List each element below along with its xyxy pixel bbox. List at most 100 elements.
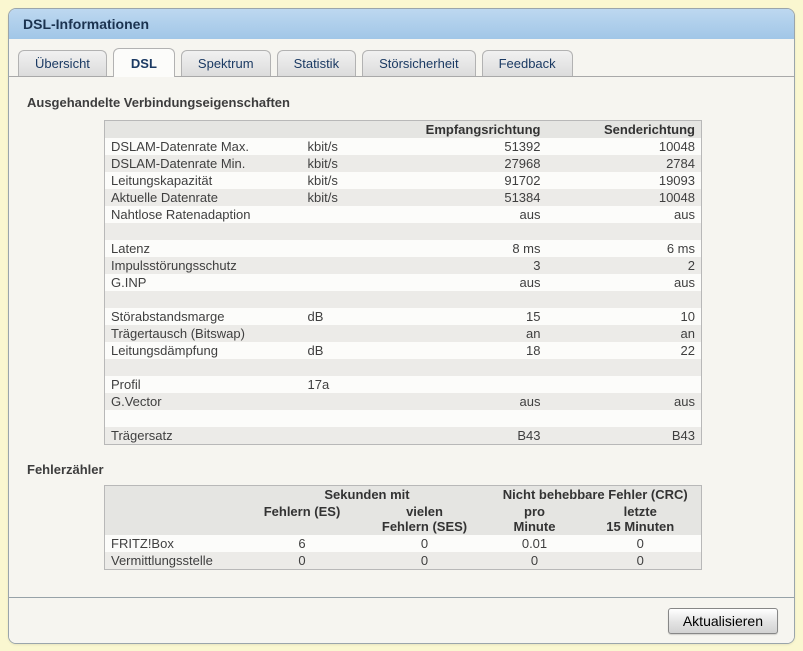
table-cell <box>302 291 397 308</box>
table-row: FRITZ!Box 6 0 0.01 0 <box>104 535 702 552</box>
tab-label: Statistik <box>293 56 340 71</box>
tab-spektrum[interactable]: Spektrum <box>180 50 271 76</box>
header-cell-empty <box>105 486 245 504</box>
window-titlebar: DSL-Informationen <box>9 9 794 40</box>
table-cell: aus <box>519 207 541 222</box>
table-row <box>104 359 702 376</box>
header-cell-per-minute: pro Minute <box>513 504 556 534</box>
tab-bar: Übersicht DSL Spektrum Statistik Störsic… <box>9 47 794 77</box>
table-cell: G.INP <box>111 275 147 290</box>
footer-bar: Aktualisieren <box>9 597 794 643</box>
table-cell: 0 <box>420 553 429 568</box>
table-cell <box>302 257 397 274</box>
table-cell: aus <box>519 275 541 290</box>
table-cell <box>302 410 397 427</box>
table-cell <box>302 223 397 240</box>
table-cell: kbit/s <box>307 139 338 154</box>
tab-label: Spektrum <box>197 56 254 71</box>
table-cell: Trägersatz <box>111 428 173 443</box>
table-row: Nahtlose Ratenadaption aus aus <box>104 206 702 223</box>
table-row: G.Vector aus aus <box>104 393 702 410</box>
table-cell <box>105 359 302 376</box>
table-group-header-row: Sekunden mit Nicht behebbare Fehler (CRC… <box>104 485 702 504</box>
table-cell <box>302 427 397 445</box>
table-cell: dB <box>307 343 324 358</box>
table-row <box>104 223 702 240</box>
table-row: G.INP aus aus <box>104 274 702 291</box>
table-cell: DSLAM-Datenrate Max. <box>111 139 249 154</box>
table-cell <box>302 393 397 410</box>
header-cell-upstream: Senderichtung <box>603 122 695 137</box>
table-cell <box>397 223 547 240</box>
table-cell <box>302 325 397 342</box>
tab-stoersicherheit[interactable]: Störsicherheit <box>362 50 476 76</box>
dsl-information-window: DSL-Informationen Übersicht DSL Spektrum… <box>8 8 795 644</box>
table-cell: 0 <box>636 536 644 551</box>
table-row: Störabstandsmarge dB 15 10 <box>104 308 702 325</box>
tab-statistik[interactable]: Statistik <box>276 50 357 76</box>
table-cell: kbit/s <box>307 190 338 205</box>
table-cell: B43 <box>517 428 541 443</box>
table-cell <box>105 223 302 240</box>
tab-dsl[interactable]: DSL <box>112 48 175 77</box>
table-cell <box>397 410 547 427</box>
table-cell: Nahtlose Ratenadaption <box>111 207 251 222</box>
refresh-button[interactable]: Aktualisieren <box>667 607 778 634</box>
tab-content-dsl: Ausgehandelte Verbindungseigenschaften E… <box>9 77 794 570</box>
table-row: Trägertausch (Bitswap) an an <box>104 325 702 342</box>
table-cell <box>397 359 547 376</box>
connection-properties-table: Empfangsrichtung Senderichtung DSLAM-Dat… <box>104 120 702 445</box>
page-title: DSL-Informationen <box>23 16 149 32</box>
table-cell: 51392 <box>504 139 541 154</box>
table-cell: kbit/s <box>307 173 338 188</box>
tab-label: Übersicht <box>35 56 90 71</box>
tab-uebersicht[interactable]: Übersicht <box>18 50 107 76</box>
header-group-seconds: Sekunden mit <box>324 487 410 502</box>
table-row: Trägersatz B43 B43 <box>104 427 702 445</box>
tab-label: DSL <box>130 56 157 71</box>
table-cell: Profil <box>111 377 141 392</box>
table-cell: Latenz <box>111 241 151 256</box>
table-cell: 8 ms <box>512 241 541 256</box>
table-cell: 3 <box>533 258 541 273</box>
table-row: Leitungskapazität kbit/s 91702 19093 <box>104 172 702 189</box>
table-row: DSLAM-Datenrate Min. kbit/s 27968 2784 <box>104 155 702 172</box>
table-cell <box>547 223 702 240</box>
table-cell <box>397 291 547 308</box>
table-cell <box>547 291 702 308</box>
table-cell: an <box>526 326 541 341</box>
table-cell: 2 <box>687 258 695 273</box>
tab-label: Feedback <box>498 56 556 71</box>
table-cell: 2784 <box>666 156 695 171</box>
table-cell: Störabstandsmarge <box>111 309 225 324</box>
table-cell: 6 <box>298 536 306 551</box>
table-cell: Aktuelle Datenrate <box>111 190 218 205</box>
table-cell: dB <box>307 309 324 324</box>
tab-label: Störsicherheit <box>379 56 459 71</box>
header-group-crc: Nicht behebbare Fehler (CRC) <box>502 487 688 502</box>
table-row: Profil 17a <box>104 376 702 393</box>
table-cell: Leitungsdämpfung <box>111 343 218 358</box>
table-header-row: Fehlern (ES) vielen Fehlern (SES) pro Mi… <box>104 503 702 535</box>
table-row: Impulsstörungsschutz 3 2 <box>104 257 702 274</box>
table-cell <box>397 376 547 393</box>
table-cell: kbit/s <box>307 156 338 171</box>
table-cell: aus <box>519 394 541 409</box>
header-cell-unit <box>302 121 397 139</box>
table-cell <box>105 410 302 427</box>
tab-feedback[interactable]: Feedback <box>481 50 573 76</box>
table-cell <box>547 376 702 393</box>
table-cell: an <box>680 326 695 341</box>
table-cell: 6 ms <box>666 241 695 256</box>
table-cell <box>302 359 397 376</box>
table-cell: B43 <box>671 428 695 443</box>
header-cell-empty <box>105 121 302 139</box>
table-cell: aus <box>674 394 695 409</box>
table-cell: 10048 <box>658 190 695 205</box>
table-cell: 0 <box>636 553 644 568</box>
header-cell-es: Fehlern (ES) <box>263 504 341 519</box>
table-row: DSLAM-Datenrate Max. kbit/s 51392 10048 <box>104 138 702 155</box>
table-cell: DSLAM-Datenrate Min. <box>111 156 246 171</box>
table-cell: FRITZ!Box <box>111 536 174 551</box>
section-heading-connection: Ausgehandelte Verbindungseigenschaften <box>27 95 290 110</box>
